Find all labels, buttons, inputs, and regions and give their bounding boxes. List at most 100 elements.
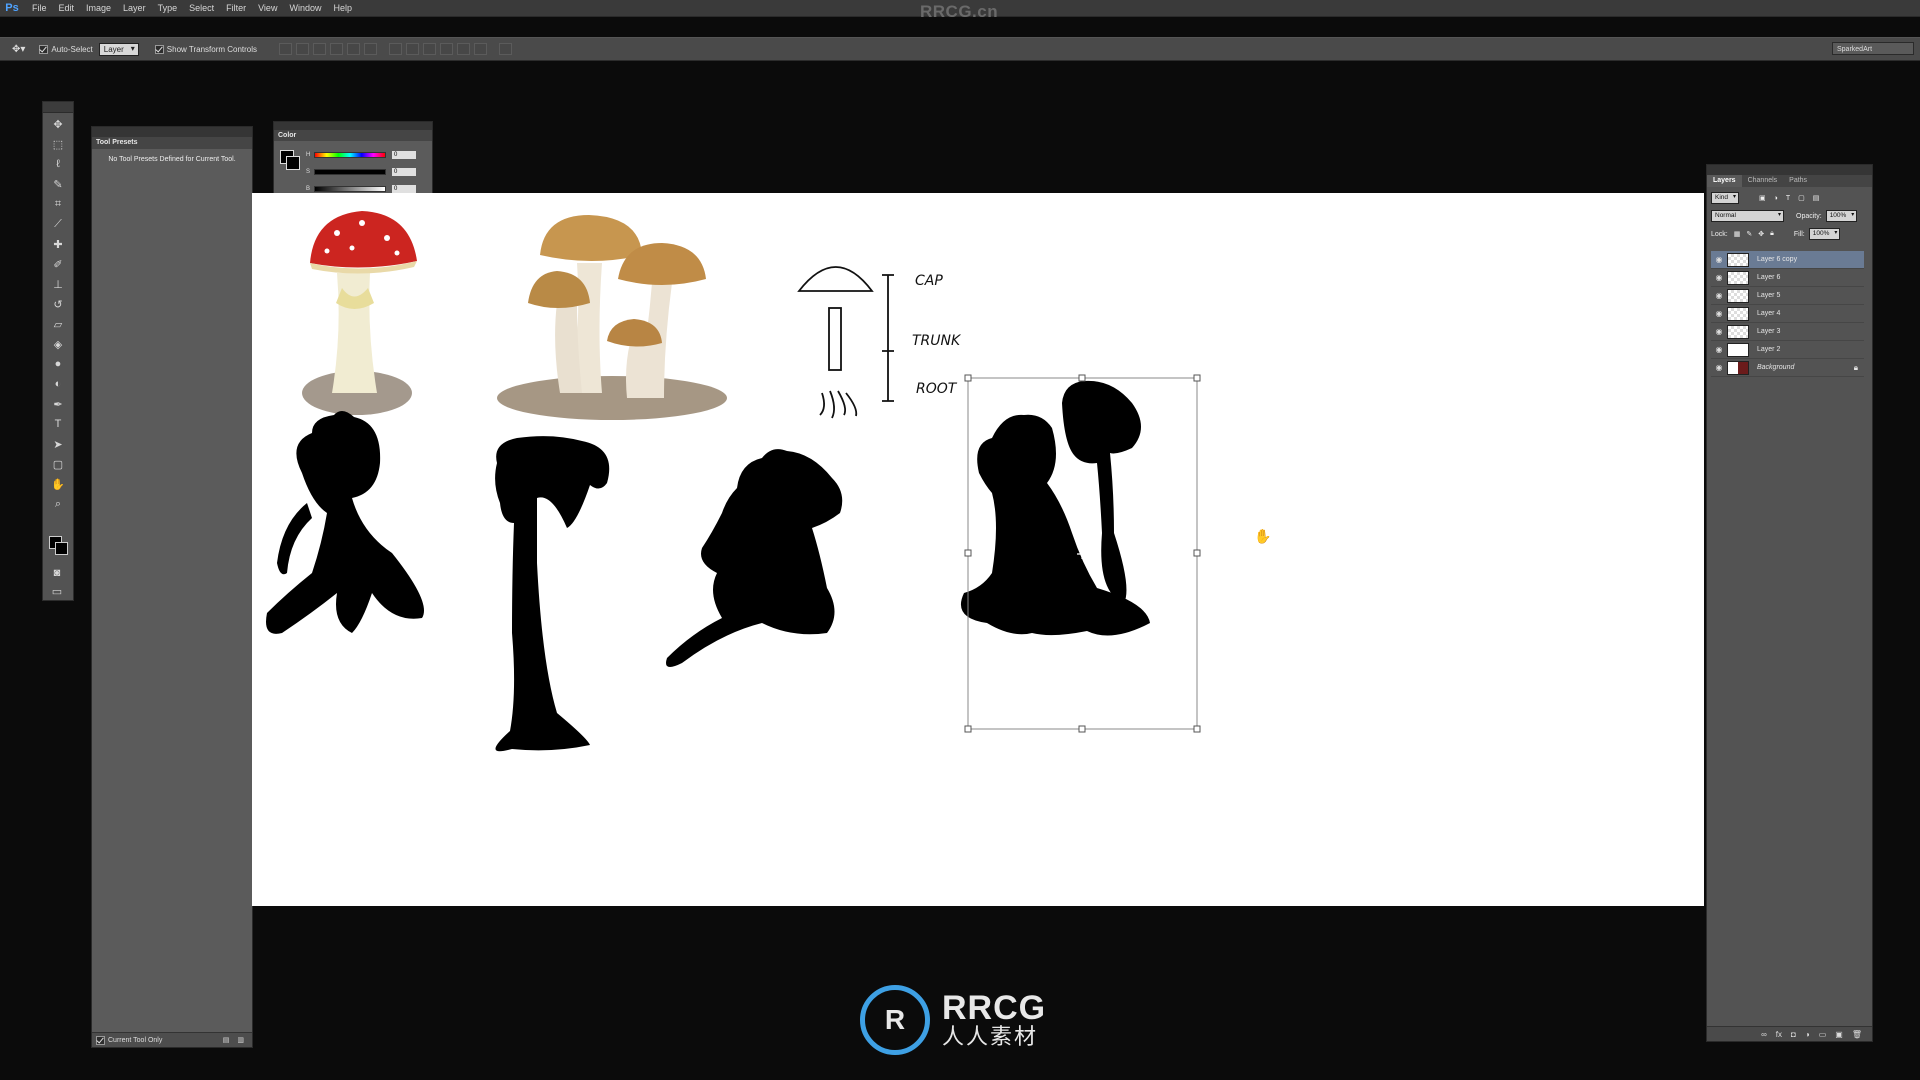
panel-header[interactable]: [92, 127, 252, 137]
layer-row[interactable]: ◉ Layer 5: [1711, 287, 1864, 305]
saturation-slider[interactable]: [314, 169, 386, 175]
delete-preset-icon[interactable]: ▥: [237, 1036, 244, 1044]
blur-tool-icon[interactable]: ●: [46, 355, 70, 373]
filter-kind-dropdown[interactable]: Kind: [1711, 192, 1740, 204]
hue-value[interactable]: 0: [392, 151, 416, 159]
layer-row[interactable]: ◉ Layer 3: [1711, 323, 1864, 341]
lock-transparent-icon[interactable]: ▦: [1734, 230, 1741, 238]
layer-row[interactable]: ◉ Layer 4: [1711, 305, 1864, 323]
align-left-edges-icon[interactable]: [330, 43, 344, 55]
crop-tool-icon[interactable]: ⌗: [46, 195, 70, 213]
menu-select[interactable]: Select: [183, 3, 220, 13]
current-tool-only-checkbox[interactable]: [96, 1035, 105, 1045]
history-brush-icon[interactable]: ↺: [46, 295, 70, 313]
color-bg-swatch[interactable]: [286, 156, 300, 170]
pen-tool-icon[interactable]: ✒: [46, 395, 70, 413]
align-top-edges-icon[interactable]: [279, 43, 293, 55]
hand-tool-icon[interactable]: ✋: [46, 475, 70, 493]
healing-brush-icon[interactable]: ✚: [46, 235, 70, 253]
layer-row[interactable]: ◉ Layer 2: [1711, 341, 1864, 359]
brightness-slider[interactable]: [314, 186, 386, 192]
show-transform-option[interactable]: Show Transform Controls: [154, 44, 257, 54]
link-layers-icon[interactable]: ∞: [1761, 1030, 1767, 1039]
visibility-eye-icon[interactable]: ◉: [1711, 273, 1727, 282]
distribute-bottom-icon[interactable]: [423, 43, 437, 55]
distribute-left-icon[interactable]: [440, 43, 454, 55]
distribute-top-icon[interactable]: [389, 43, 403, 55]
layer-style-icon[interactable]: fx: [1776, 1030, 1782, 1039]
document-canvas[interactable]: ✋ CAP TRUNK ROOT: [252, 193, 1704, 906]
screen-mode-icon[interactable]: ▭: [45, 582, 69, 600]
fill-field[interactable]: 100%: [1808, 228, 1841, 240]
marquee-tool-icon[interactable]: ⬚: [46, 135, 70, 153]
filter-shape-icon[interactable]: ▢: [1798, 194, 1805, 202]
menu-image[interactable]: Image: [80, 3, 117, 13]
menu-filter[interactable]: Filter: [220, 3, 252, 13]
panel-grip[interactable]: [43, 102, 73, 113]
distribute-vertical-icon[interactable]: [406, 43, 420, 55]
paint-bucket-icon[interactable]: ◈: [46, 335, 70, 353]
eyedropper-tool-icon[interactable]: ⟋: [46, 215, 70, 233]
menu-window[interactable]: Window: [283, 3, 327, 13]
new-layer-icon[interactable]: ▣: [1835, 1030, 1843, 1039]
visibility-eye-icon[interactable]: ◉: [1711, 327, 1727, 336]
distribute-horizontal-icon[interactable]: [457, 43, 471, 55]
filter-adjustment-icon[interactable]: ◑: [1774, 195, 1778, 202]
auto-select-checkbox[interactable]: [39, 44, 49, 54]
filter-pixel-icon[interactable]: ▣: [1759, 194, 1766, 202]
visibility-eye-icon[interactable]: ◉: [1711, 255, 1727, 264]
quick-mask-icon[interactable]: ◙: [45, 564, 69, 582]
layer-row[interactable]: ◉ Layer 6: [1711, 269, 1864, 287]
tab-channels[interactable]: Channels: [1742, 175, 1784, 187]
visibility-eye-icon[interactable]: ◉: [1711, 309, 1727, 318]
panel-header[interactable]: [274, 122, 432, 130]
panel-header[interactable]: [1707, 165, 1872, 175]
move-tool-icon[interactable]: ✥: [46, 115, 70, 133]
menu-edit[interactable]: Edit: [53, 3, 81, 13]
filter-type-icon[interactable]: T: [1786, 195, 1790, 202]
align-right-edges-icon[interactable]: [364, 43, 378, 55]
clone-stamp-icon[interactable]: ⊥: [46, 275, 70, 293]
layer-row[interactable]: ◉ Background 🔒︎: [1711, 359, 1864, 377]
align-horizontal-centers-icon[interactable]: [347, 43, 361, 55]
color-tab[interactable]: Color: [274, 130, 432, 141]
tool-presets-tab[interactable]: Tool Presets: [92, 137, 252, 149]
auto-select-option[interactable]: Auto-Select: [39, 44, 93, 54]
brightness-value[interactable]: 0: [392, 185, 416, 193]
show-transform-checkbox[interactable]: [154, 44, 164, 54]
auto-select-target-dropdown[interactable]: Layer: [98, 42, 139, 56]
hue-slider[interactable]: [314, 152, 386, 158]
lock-pixels-icon[interactable]: ✎: [1746, 230, 1752, 238]
tab-paths[interactable]: Paths: [1783, 175, 1813, 187]
filter-smart-object-icon[interactable]: ▤: [1813, 194, 1820, 202]
eraser-tool-icon[interactable]: ▱: [46, 315, 70, 333]
visibility-eye-icon[interactable]: ◉: [1711, 363, 1727, 372]
new-group-icon[interactable]: ▭: [1819, 1030, 1827, 1039]
brush-tool-icon[interactable]: ✐: [46, 255, 70, 273]
opacity-field[interactable]: 100%: [1825, 210, 1858, 222]
tab-layers[interactable]: Layers: [1707, 175, 1742, 187]
align-bottom-edges-icon[interactable]: [313, 43, 327, 55]
auto-align-layers-icon[interactable]: [499, 43, 513, 55]
align-vertical-centers-icon[interactable]: [296, 43, 310, 55]
menu-file[interactable]: File: [26, 3, 53, 13]
lasso-tool-icon[interactable]: ℓ: [46, 155, 70, 173]
menu-help[interactable]: Help: [327, 3, 358, 13]
distribute-right-icon[interactable]: [474, 43, 488, 55]
dodge-tool-icon[interactable]: ◐: [46, 375, 70, 393]
workspace-switcher[interactable]: SparkedArt: [1832, 42, 1914, 55]
shape-tool-icon[interactable]: ▢: [46, 455, 70, 473]
visibility-eye-icon[interactable]: ◉: [1711, 345, 1727, 354]
quick-select-tool-icon[interactable]: ✎: [46, 175, 70, 193]
move-tool-preset-picker[interactable]: ✥▾: [12, 44, 25, 55]
lock-position-icon[interactable]: ✥: [1758, 230, 1764, 238]
new-preset-icon[interactable]: ▤: [223, 1036, 230, 1044]
visibility-eye-icon[interactable]: ◉: [1711, 291, 1727, 300]
layer-row[interactable]: ◉ Layer 6 copy: [1711, 251, 1864, 269]
path-select-icon[interactable]: ➤: [46, 435, 70, 453]
lock-all-icon[interactable]: 🔒︎: [1770, 230, 1774, 238]
menu-layer[interactable]: Layer: [117, 3, 152, 13]
add-mask-icon[interactable]: ◘: [1791, 1030, 1796, 1039]
zoom-tool-icon[interactable]: ⌕: [46, 495, 70, 513]
background-color-swatch[interactable]: [55, 542, 68, 555]
